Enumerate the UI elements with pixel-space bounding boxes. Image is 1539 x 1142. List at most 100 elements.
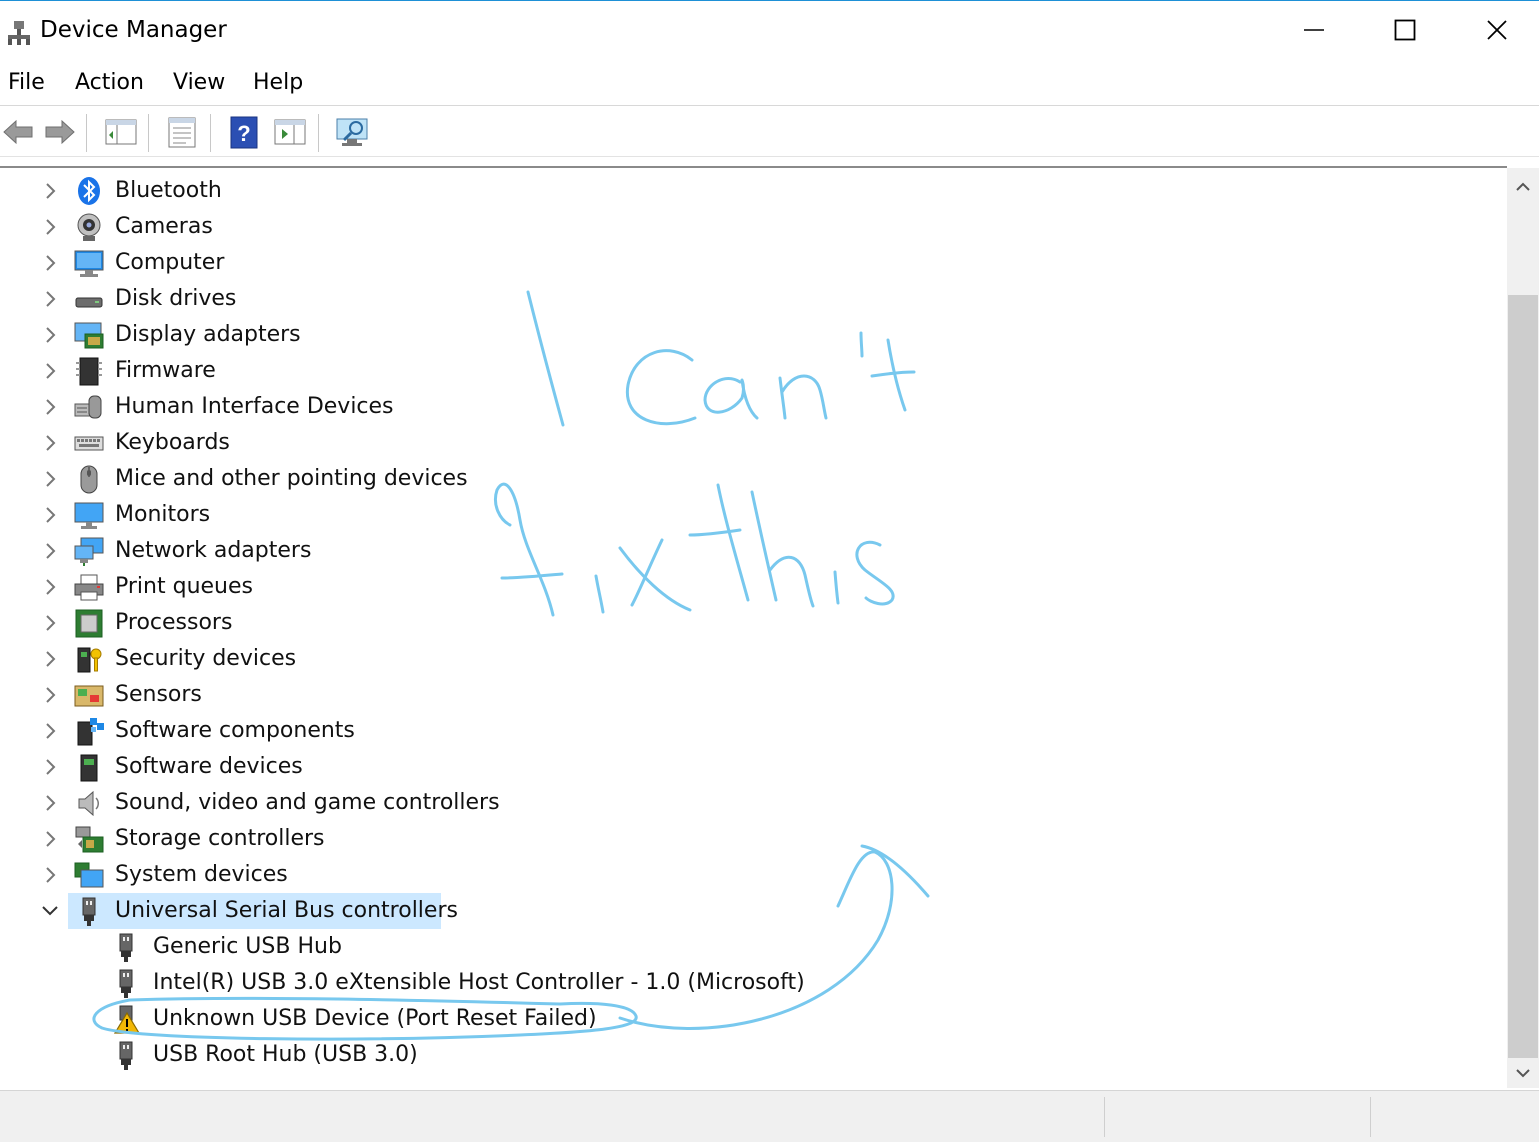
tree-category-label: Software components <box>115 718 355 743</box>
tree-category-row[interactable]: Sensors <box>0 677 1500 713</box>
close-button[interactable] <box>1452 1 1539 59</box>
back-arrow-icon[interactable] <box>0 114 36 150</box>
tree-category-row[interactable]: Firmware <box>0 353 1500 389</box>
tree-category-row[interactable]: Storage controllers <box>0 821 1500 857</box>
tree-category-label: Monitors <box>115 502 211 527</box>
keyboard-icon <box>74 436 104 451</box>
chevron-right-icon[interactable] <box>40 217 60 237</box>
monitor-icon <box>74 502 104 529</box>
update-driver-icon[interactable] <box>272 114 308 150</box>
tree-category-label: Disk drives <box>115 286 237 311</box>
tree-category-row[interactable]: Processors <box>0 605 1500 641</box>
scrollbar-thumb[interactable] <box>1508 295 1538 1058</box>
menu-file[interactable]: File <box>8 70 45 95</box>
chevron-right-icon[interactable] <box>40 793 60 813</box>
printer-icon <box>74 574 104 601</box>
chevron-down-icon[interactable] <box>40 901 60 921</box>
processor-icon <box>75 609 103 638</box>
chevron-right-icon[interactable] <box>40 469 60 489</box>
minimize-button[interactable] <box>1269 1 1361 59</box>
menu-bar: File Action View Help <box>0 62 1539 106</box>
scan-hardware-changes-icon[interactable] <box>334 114 370 150</box>
sensor-icon <box>74 685 104 707</box>
maximize-icon <box>1394 19 1416 41</box>
tree-device-row[interactable]: USB Root Hub (USB 3.0) <box>0 1037 1500 1073</box>
menu-action[interactable]: Action <box>75 70 144 95</box>
software-device-icon <box>80 754 98 782</box>
chevron-right-icon[interactable] <box>40 721 60 741</box>
security-device-icon <box>77 647 102 673</box>
tree-category-label: Keyboards <box>115 430 230 455</box>
chevron-right-icon[interactable] <box>40 757 60 777</box>
tree-category-label: Universal Serial Bus controllers <box>115 898 458 923</box>
tree-device-label: Intel(R) USB 3.0 eXtensible Host Control… <box>153 970 805 995</box>
properties-icon[interactable] <box>164 114 200 150</box>
chevron-right-icon[interactable] <box>40 181 60 201</box>
scroll-down-arrow-icon[interactable] <box>1510 1060 1536 1086</box>
chevron-right-icon[interactable] <box>40 685 60 705</box>
chevron-right-icon[interactable] <box>40 505 60 525</box>
tree-category-row[interactable]: Security devices <box>0 641 1500 677</box>
chevron-right-icon[interactable] <box>40 253 60 273</box>
tree-category-label: System devices <box>115 862 288 887</box>
chevron-right-icon[interactable] <box>40 829 60 849</box>
chevron-right-icon[interactable] <box>40 433 60 453</box>
status-bar <box>0 1090 1539 1142</box>
tree-device-row-warning[interactable]: Unknown USB Device (Port Reset Failed) <box>0 1001 1500 1037</box>
toolbar-separator <box>86 114 87 152</box>
bluetooth-icon <box>78 177 100 205</box>
menu-help[interactable]: Help <box>253 70 303 95</box>
tree-category-row[interactable]: Software devices <box>0 749 1500 785</box>
chevron-right-icon[interactable] <box>40 541 60 561</box>
tree-device-row[interactable]: Generic USB Hub <box>0 929 1500 965</box>
tree-category-row[interactable]: Mice and other pointing devices <box>0 461 1500 497</box>
tree-category-row[interactable]: Software components <box>0 713 1500 749</box>
tree-category-row[interactable]: Print queues <box>0 569 1500 605</box>
tree-category-row[interactable]: Sound, video and game controllers <box>0 785 1500 821</box>
firmware-icon <box>76 357 102 386</box>
tree-category-row[interactable]: Cameras <box>0 209 1500 245</box>
tree-category-row[interactable]: System devices <box>0 857 1500 893</box>
forward-arrow-icon[interactable] <box>42 114 78 150</box>
tree-category-row[interactable]: Computer <box>0 245 1500 281</box>
svg-text:?: ? <box>237 121 250 146</box>
tree-category-row[interactable]: Display adapters <box>0 317 1500 353</box>
scroll-up-arrow-icon[interactable] <box>1510 174 1536 200</box>
usb-icon <box>82 897 96 926</box>
display-adapter-icon <box>74 322 104 349</box>
tree-category-row[interactable]: Bluetooth <box>0 173 1500 209</box>
tree-category-label: Processors <box>115 610 233 635</box>
chevron-right-icon[interactable] <box>40 361 60 381</box>
tree-device-label: Unknown USB Device (Port Reset Failed) <box>153 1006 597 1031</box>
disk-drive-icon <box>75 297 103 308</box>
menu-view[interactable]: View <box>173 70 225 95</box>
status-separator <box>1370 1097 1371 1137</box>
tree-category-row[interactable]: Network adapters <box>0 533 1500 569</box>
tree-category-row[interactable]: Human Interface Devices <box>0 389 1500 425</box>
chevron-right-icon[interactable] <box>40 613 60 633</box>
tree-category-row[interactable]: Universal Serial Bus controllers <box>0 893 1500 929</box>
chevron-right-icon[interactable] <box>40 325 60 345</box>
show-hide-console-tree-icon[interactable] <box>103 114 139 150</box>
tree-category-row[interactable]: Monitors <box>0 497 1500 533</box>
chevron-right-icon[interactable] <box>40 289 60 309</box>
chevron-right-icon[interactable] <box>40 865 60 885</box>
window-title: Device Manager <box>40 17 227 43</box>
software-component-icon <box>77 718 104 746</box>
tree-device-row[interactable]: Intel(R) USB 3.0 eXtensible Host Control… <box>0 965 1500 1001</box>
hid-icon <box>74 395 102 419</box>
camera-icon <box>77 213 101 241</box>
tree-category-row[interactable]: Keyboards <box>0 425 1500 461</box>
chevron-right-icon[interactable] <box>40 397 60 417</box>
chevron-right-icon[interactable] <box>40 649 60 669</box>
toolbar: ? <box>0 107 1539 157</box>
tree-category-label: Human Interface Devices <box>115 394 394 419</box>
tree-category-row[interactable]: Disk drives <box>0 281 1500 317</box>
help-icon[interactable]: ? <box>226 114 262 150</box>
computer-icon <box>74 250 104 277</box>
chevron-right-icon[interactable] <box>40 577 60 597</box>
device-tree: Bluetooth Cameras Computer Disk drives Displ… <box>0 166 1507 1088</box>
tree-category-label: Storage controllers <box>115 826 325 851</box>
tree-category-label: Software devices <box>115 754 303 779</box>
maximize-button[interactable] <box>1360 1 1452 59</box>
